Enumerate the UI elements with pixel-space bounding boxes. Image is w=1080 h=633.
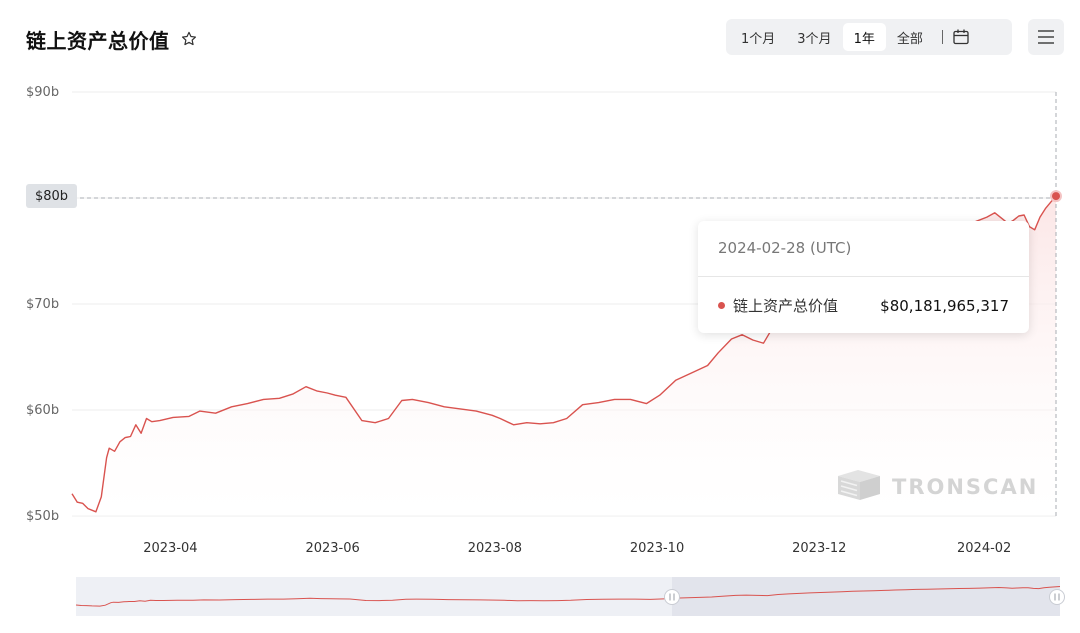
tooltip-series-dot — [718, 302, 725, 309]
watermark-text: TRONSCAN — [892, 475, 1039, 499]
navigator-handle-right[interactable] — [1049, 589, 1065, 605]
y-tick-label: $90b — [26, 85, 59, 100]
tooltip-series-value: $80,181,965,317 — [880, 296, 1009, 315]
tooltip-series-name: 链上资产总价值 — [733, 297, 839, 315]
y-tick-label: $70b — [26, 297, 59, 312]
x-axis-labels: 2023-04 2023-06 2023-08 2023-10 2023-12 2024-… — [143, 541, 1011, 556]
hover-point-marker — [1050, 190, 1062, 203]
x-tick-label: 2023-06 — [305, 541, 359, 556]
crosshair-y-value-badge: $80b — [26, 184, 77, 208]
tooltip-divider — [698, 276, 1029, 277]
x-tick-label: 2024-02 — [957, 541, 1011, 556]
navigator-selected-range[interactable] — [672, 577, 1060, 616]
tooltip: 2024-02-28 (UTC) 链上资产总价值 $80,181,965,317 — [698, 221, 1029, 333]
x-tick-label: 2023-08 — [468, 541, 522, 556]
navigator[interactable] — [75, 577, 1065, 616]
y-tick-label: $60b — [26, 403, 59, 418]
x-tick-label: 2023-12 — [792, 541, 846, 556]
tooltip-date: 2024-02-28 (UTC) — [718, 239, 852, 257]
y-axis-labels: $50b $60b $70b $90b — [26, 85, 59, 524]
y-tick-label: $50b — [26, 509, 59, 524]
tronscan-watermark: TRONSCAN — [836, 468, 1038, 506]
tooltip-series-row: 链上资产总价值 $80,181,965,317 — [718, 295, 1009, 316]
tronscan-logo-icon — [836, 468, 882, 506]
navigator-handle-left[interactable] — [664, 589, 680, 605]
x-tick-label: 2023-10 — [630, 541, 684, 556]
x-tick-label: 2023-04 — [143, 541, 197, 556]
